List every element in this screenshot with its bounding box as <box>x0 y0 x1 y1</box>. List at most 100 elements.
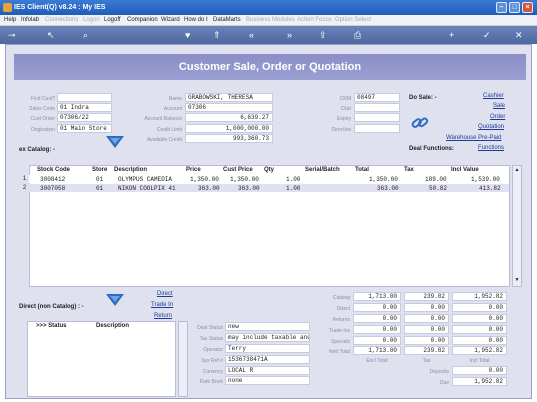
col-cust-price[interactable]: Cust Price <box>223 167 253 173</box>
cell-qty: 1.00 <box>286 176 301 183</box>
deal-status-field: new <box>225 322 310 331</box>
quotation-link[interactable]: Quotation <box>478 124 504 130</box>
menu-how-do-i[interactable]: How do I <box>184 17 208 23</box>
scroll-down-icon[interactable]: ▼ <box>514 277 520 284</box>
direct-scrollbar[interactable] <box>178 321 188 397</box>
trade-ins-tax-value: 0.00 <box>404 325 449 334</box>
account-field[interactable]: 07306 <box>185 103 273 112</box>
menu-logoff[interactable]: Logoff <box>104 17 121 23</box>
col-serial-batch[interactable]: Serial/Batch <box>305 167 340 173</box>
close-button[interactable]: × <box>522 2 533 13</box>
expand-arrow-icon[interactable] <box>104 293 126 307</box>
menu-bar: Help Infolab Connections Logon Logoff Co… <box>0 15 537 26</box>
cursor-icon[interactable]: ↖ <box>47 29 55 41</box>
catalog-section-label: ex Catalog: - <box>19 147 56 153</box>
row-number: 1 <box>22 176 27 182</box>
link-chain-icon[interactable] <box>411 115 429 131</box>
close-icon[interactable]: ✕ <box>515 29 523 41</box>
menu-option-select: Option Select <box>335 17 372 23</box>
cust-order-field[interactable]: 07306/22 <box>57 113 112 122</box>
deal-status-label: Deal Status <box>197 325 223 331</box>
col-description[interactable]: Description <box>96 323 129 329</box>
due-value: 1,952.82 <box>452 377 507 386</box>
direct-incl-value: 0.00 <box>452 303 507 312</box>
balance-label: Account Balance <box>144 116 182 122</box>
scroll-up-icon[interactable]: ▲ <box>514 167 520 174</box>
menu-infolab[interactable]: Infolab <box>21 17 39 23</box>
returns-excl-value: 0.00 <box>353 314 401 323</box>
specials-incl-value: 0.00 <box>452 336 507 345</box>
menu-companion[interactable]: Companion <box>127 17 158 23</box>
cell-stock-code: 3008412 <box>40 176 66 183</box>
cell-cust-price: 1,350.00 <box>230 176 259 183</box>
menu-help[interactable]: Help <box>4 17 16 23</box>
return-link[interactable]: Return <box>154 313 172 319</box>
specials-total-label: Specials <box>331 339 350 345</box>
nett-total-label: Nett Total <box>328 349 350 355</box>
col-qty[interactable]: Qty <box>264 167 274 173</box>
order-link[interactable]: Order <box>490 114 505 120</box>
tax-status-label: Tax Status <box>199 336 223 342</box>
origination-field[interactable]: 01 Main Store <box>57 124 112 133</box>
directive-field[interactable] <box>354 124 400 133</box>
sales-code-field[interactable]: 01 Indra <box>57 103 112 112</box>
direct-link[interactable]: Direct <box>157 291 173 297</box>
col-price[interactable]: Price <box>186 167 201 173</box>
plus-icon[interactable]: + <box>449 29 454 41</box>
credit-limit-field: 1,000,000.00 <box>185 124 273 133</box>
up-icon[interactable]: ⇑ <box>213 29 221 41</box>
expiry-field[interactable] <box>354 113 400 122</box>
catalog-incl-value: 1,952.82 <box>452 292 507 301</box>
menu-wizard[interactable]: Wizard <box>161 17 180 23</box>
col-description[interactable]: Description <box>114 167 147 173</box>
tax-status-field: may include taxable and <box>225 333 310 342</box>
key-icon[interactable]: ⊸ <box>8 29 16 41</box>
find-cust-field[interactable] <box>57 93 112 102</box>
warehouse-prepaid-link[interactable]: Warehouse Pre-Paid <box>446 135 501 141</box>
col-total[interactable]: Total <box>355 167 369 173</box>
menu-action-focus: Action Focus <box>297 17 332 23</box>
check-icon[interactable]: ✓ <box>483 29 491 41</box>
catalog-excl-value: 1,713.00 <box>353 292 401 301</box>
returns-tax-value: 0.00 <box>404 314 449 323</box>
upload-icon[interactable]: ⇪ <box>319 29 327 41</box>
print-icon[interactable]: ⎙ <box>354 29 361 41</box>
cell-stock-code: 3007058 <box>40 185 66 192</box>
find-cust-label: Find Cust? <box>30 96 55 102</box>
forward-icon[interactable]: » <box>287 29 292 41</box>
account-label: Account <box>163 106 182 112</box>
name-field[interactable]: GRABOWSKI, THERESA <box>185 93 273 102</box>
col-store[interactable]: Store <box>92 167 107 173</box>
heart-icon[interactable]: ♥ <box>185 29 190 41</box>
cell-store: 01 <box>96 176 104 183</box>
menu-logon: Logon <box>83 17 100 23</box>
title-bar: IES Client(Q) v8.24 : My IES – □ × <box>0 0 537 15</box>
functions-link[interactable]: Functions <box>478 145 504 151</box>
minimize-button[interactable]: – <box>496 2 507 13</box>
col-tax[interactable]: Tax <box>404 167 414 173</box>
crm-field[interactable]: 08497 <box>354 93 400 102</box>
rewind-icon[interactable]: « <box>249 29 254 41</box>
deposits-label: Deposits <box>429 369 449 375</box>
direct-grid[interactable] <box>27 321 176 397</box>
menu-datamarts[interactable]: DataMarts <box>213 17 241 23</box>
row-number: 2 <box>22 185 27 191</box>
catalog-scrollbar[interactable]: ▲ ▼ <box>512 165 522 287</box>
club-field[interactable] <box>354 103 400 112</box>
trade-ins-incl-value: 0.00 <box>452 325 507 334</box>
cell-incl-value: 413.82 <box>479 185 501 192</box>
search-icon[interactable]: ⌕ <box>83 29 88 41</box>
cell-qty: 1.00 <box>286 185 301 192</box>
col-stock-code[interactable]: Stock Code <box>37 167 70 173</box>
operator-field: Terry <box>225 344 310 353</box>
sale-link[interactable]: Sale <box>493 103 505 109</box>
available-credit-field: 993,360.73 <box>185 134 273 143</box>
cashier-link[interactable]: Cashier <box>483 93 504 99</box>
col-status[interactable]: >>> Status <box>36 323 67 329</box>
cell-description: NIKON COOLPIX 41 <box>118 185 176 192</box>
col-incl-value[interactable]: Incl Value <box>451 167 479 173</box>
trade-in-link[interactable]: Trade In <box>151 302 173 308</box>
catalog-total-label: Catalog <box>332 295 350 301</box>
due-label: Due <box>439 380 449 386</box>
maximize-button[interactable]: □ <box>509 2 520 13</box>
